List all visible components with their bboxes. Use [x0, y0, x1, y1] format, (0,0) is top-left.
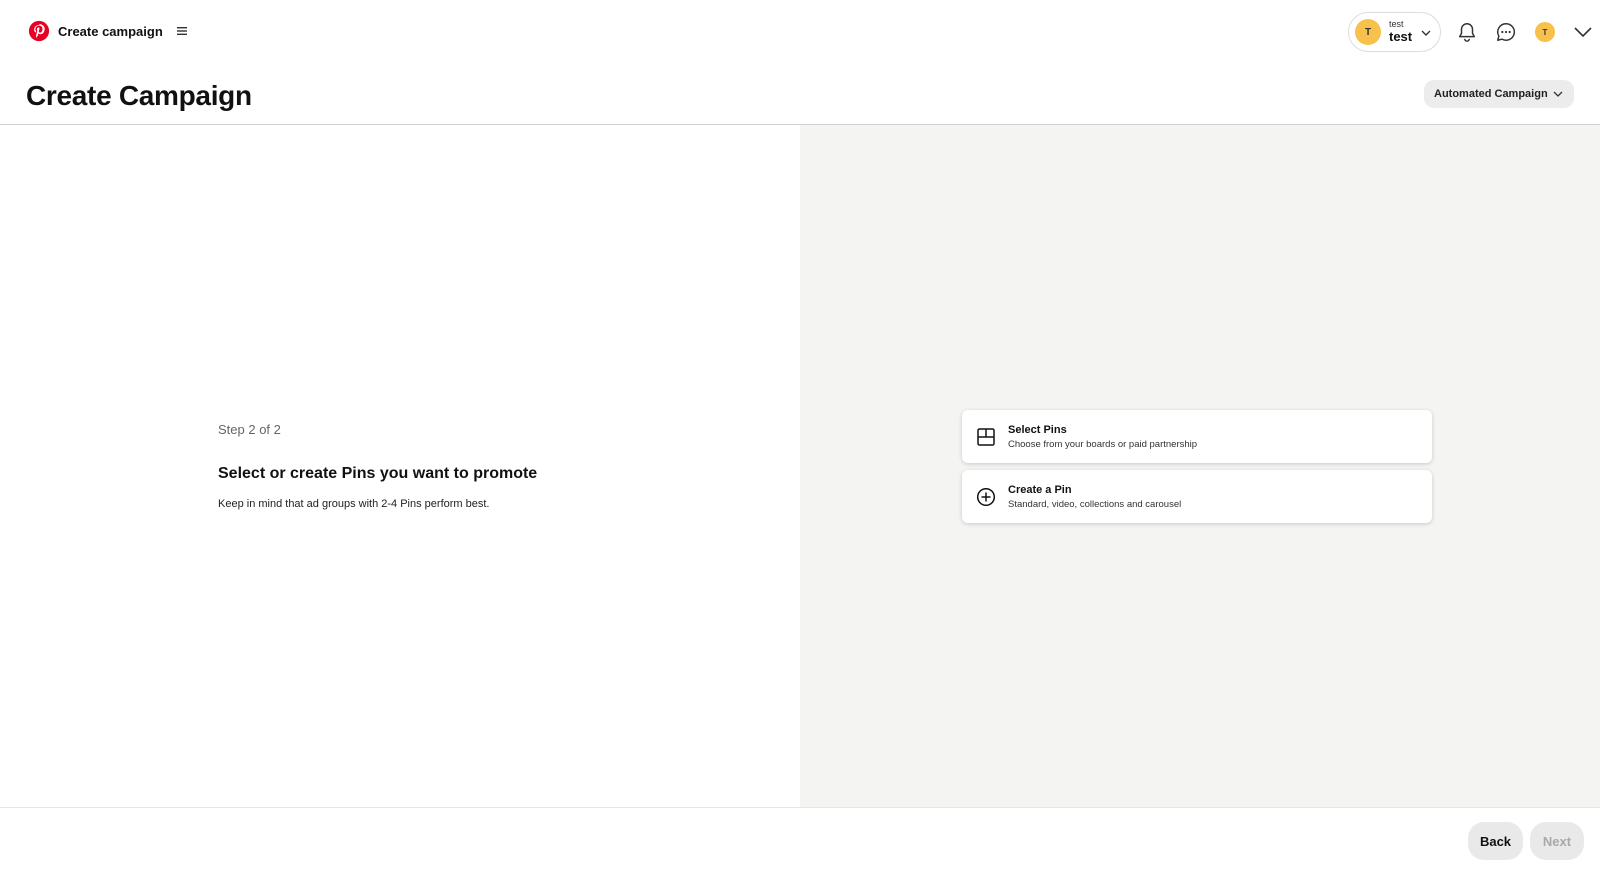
create-pin-option[interactable]: Create a Pin Standard, video, collection…: [962, 470, 1432, 523]
grid-icon: [977, 427, 995, 446]
notifications-button[interactable]: [1455, 20, 1479, 44]
accounts-menu-button[interactable]: [1571, 20, 1595, 44]
options-pane: Select Pins Choose from your boards or p…: [800, 125, 1600, 807]
select-pins-option[interactable]: Select Pins Choose from your boards or p…: [962, 410, 1432, 463]
page-header: Create Campaign Automated Campaign: [0, 64, 1600, 125]
step-indicator: Step 2 of 2: [218, 422, 281, 437]
plus-circle-icon: [976, 487, 996, 506]
next-button[interactable]: Next: [1530, 822, 1584, 860]
chevron-down-icon: [1553, 91, 1563, 97]
pinterest-logo-icon[interactable]: [28, 20, 50, 42]
page-title: Create Campaign: [26, 80, 252, 111]
option-title: Select Pins: [1008, 423, 1067, 436]
chevron-down-icon: [1574, 27, 1592, 38]
option-title: Create a Pin: [1008, 483, 1072, 496]
section-subtext: Keep in mind that ad groups with 2-4 Pin…: [218, 498, 490, 510]
campaign-type-label: Automated Campaign: [1434, 88, 1548, 100]
top-navigation: Create campaign T test test T: [0, 0, 1600, 64]
campaign-type-dropdown[interactable]: Automated Campaign: [1424, 80, 1574, 108]
option-description: Choose from your boards or paid partners…: [1008, 438, 1198, 450]
footer-bar: Back Next: [0, 807, 1600, 872]
profile-button[interactable]: T: [1533, 20, 1557, 44]
messages-button[interactable]: [1494, 20, 1518, 44]
hamburger-menu-icon[interactable]: [175, 24, 189, 38]
section-heading: Select or create Pins you want to promot…: [218, 465, 538, 482]
brand: Create campaign: [28, 20, 189, 42]
chat-icon: [1497, 23, 1516, 41]
account-avatar: T: [1355, 19, 1381, 45]
chevron-down-icon: [1421, 30, 1431, 36]
profile-avatar: T: [1535, 22, 1555, 42]
option-description: Standard, video, collections and carouse…: [1008, 498, 1182, 510]
back-button[interactable]: Back: [1468, 822, 1523, 860]
account-switcher[interactable]: T test test: [1348, 12, 1441, 52]
account-name: test: [1389, 28, 1413, 44]
bell-icon: [1458, 23, 1476, 42]
nav-title: Create campaign: [58, 23, 163, 39]
instructions-pane: Step 2 of 2 Select or create Pins you wa…: [0, 125, 800, 807]
